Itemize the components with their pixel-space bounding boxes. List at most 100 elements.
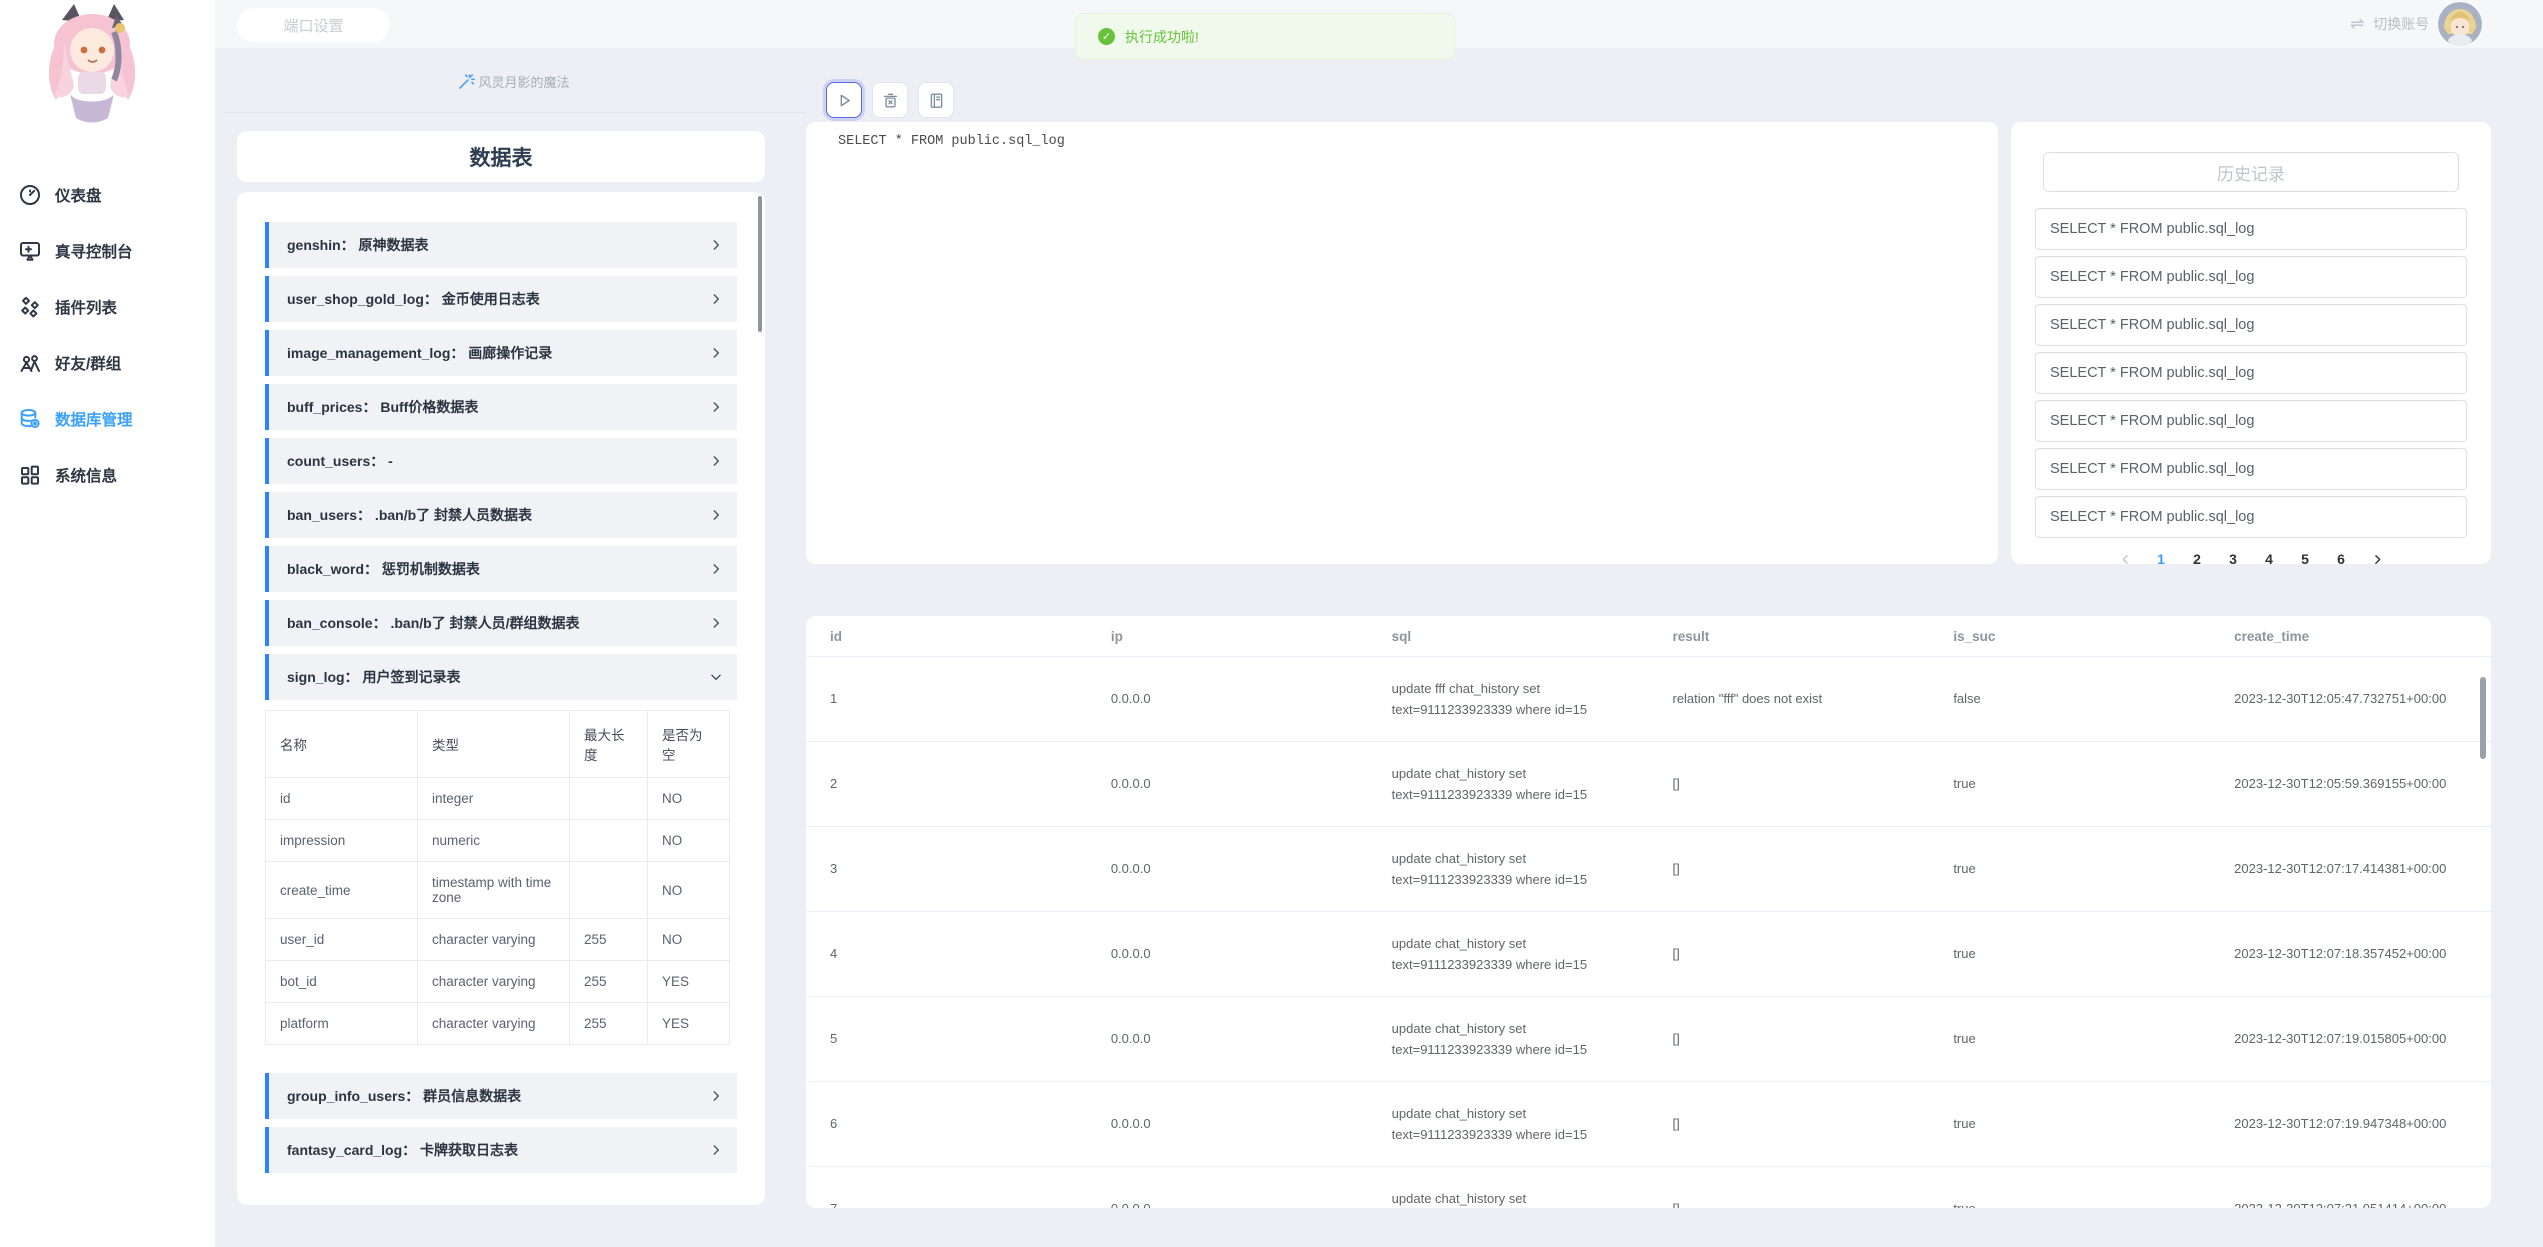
cell-sql: update chat_history set text=91112339233… xyxy=(1368,827,1649,912)
schema-cell-name: id xyxy=(266,778,418,820)
clear-sql-button[interactable] xyxy=(872,82,908,118)
port-settings-button[interactable]: 端口设置 xyxy=(237,8,390,42)
pagination-page-button[interactable]: 2 xyxy=(2179,551,2215,567)
cell-is-suc: true xyxy=(1929,742,2210,827)
sidebar-nav: 仪表盘 真寻控制台 插件列表 xyxy=(0,175,215,511)
user-avatar[interactable] xyxy=(2438,2,2482,46)
schema-row: impression numeric NO xyxy=(266,820,730,862)
sidebar-item-plugins[interactable]: 插件列表 xyxy=(0,287,215,327)
sql-editor-input[interactable]: SELECT * FROM public.sql_log xyxy=(806,122,1998,564)
switch-arrows-icon: ⇌ xyxy=(2350,14,2364,34)
cell-is-suc: true xyxy=(1929,912,2210,997)
results-scrollbar[interactable] xyxy=(2480,677,2486,759)
cell-create-time: 2023-12-30T12:07:19.015805+00:00 xyxy=(2210,997,2491,1082)
pagination-page-button[interactable]: 4 xyxy=(2251,551,2287,567)
results-col-result: result xyxy=(1648,616,1929,657)
schema-cell-maxlen: 255 xyxy=(570,919,648,961)
sidebar-item-label: 仪表盘 xyxy=(55,184,102,206)
sidebar-item-dashboard[interactable]: 仪表盘 xyxy=(0,175,215,215)
cell-create-time: 2023-12-30T12:05:59.369155+00:00 xyxy=(2210,742,2491,827)
table-list-item[interactable]: ban_console： .ban/b了 封禁人员/群组数据表 xyxy=(265,600,737,646)
history-item[interactable]: SELECT * FROM public.sql_log xyxy=(2035,256,2467,298)
cell-result: [] xyxy=(1648,997,1929,1082)
schema-cell-nullable: NO xyxy=(648,862,730,919)
pagination-page-button[interactable]: 5 xyxy=(2287,551,2323,567)
table-item-label: fantasy_card_log： 卡牌获取日志表 xyxy=(287,1140,709,1160)
history-item[interactable]: SELECT * FROM public.sql_log xyxy=(2035,448,2467,490)
sidebar-item-console[interactable]: 真寻控制台 xyxy=(0,231,215,271)
sidebar: 仪表盘 真寻控制台 插件列表 xyxy=(0,0,215,1247)
cell-create-time: 2023-12-30T12:05:47.732751+00:00 xyxy=(2210,657,2491,742)
history-item[interactable]: SELECT * FROM public.sql_log xyxy=(2035,208,2467,250)
schema-cell-maxlen xyxy=(570,778,648,820)
magic-caption-text: 风灵月影的魔法 xyxy=(478,72,569,91)
cell-is-suc: true xyxy=(1929,1167,2210,1209)
table-list-item[interactable]: image_management_log： 画廊操作记录 xyxy=(265,330,737,376)
plugins-icon xyxy=(18,295,42,319)
table-item-label: sign_log： 用户签到记录表 xyxy=(287,667,709,687)
play-icon xyxy=(835,91,854,110)
results-row: 7 0.0.0.0 update chat_history set text=9… xyxy=(806,1167,2491,1209)
history-item[interactable]: SELECT * FROM public.sql_log xyxy=(2035,304,2467,346)
results-row: 3 0.0.0.0 update chat_history set text=9… xyxy=(806,827,2491,912)
table-list-item[interactable]: count_users： - xyxy=(265,438,737,484)
app-page: 端口设置 ✓ 执行成功啦! ⇌ 切换账号 xyxy=(0,0,2543,1247)
schema-cell-nullable: YES xyxy=(648,961,730,1003)
trash-x-icon xyxy=(881,91,900,110)
schema-cell-maxlen: 255 xyxy=(570,961,648,1003)
sql-editor-card: SELECT * FROM public.sql_log xyxy=(806,122,1998,564)
cell-id: 6 xyxy=(806,1082,1087,1167)
results-row: 5 0.0.0.0 update chat_history set text=9… xyxy=(806,997,2491,1082)
cell-id: 5 xyxy=(806,997,1087,1082)
sidebar-item-friends-groups[interactable]: 好友/群组 xyxy=(0,343,215,383)
cell-result: [] xyxy=(1648,1167,1929,1209)
cell-ip: 0.0.0.0 xyxy=(1087,742,1368,827)
results-row: 6 0.0.0.0 update chat_history set text=9… xyxy=(806,1082,2491,1167)
tables-list-bottom: group_info_users： 群员信息数据表 fantasy_card_l… xyxy=(265,1073,737,1173)
pagination-page-button[interactable]: 6 xyxy=(2323,551,2359,567)
run-sql-button[interactable] xyxy=(826,82,862,118)
table-list-item[interactable]: black_word： 惩罚机制数据表 xyxy=(265,546,737,592)
sidebar-item-database[interactable]: 数据库管理 xyxy=(0,399,215,439)
copy-record-button[interactable] xyxy=(918,82,954,118)
cell-ip: 0.0.0.0 xyxy=(1087,657,1368,742)
history-panel: 历史记录 SELECT * FROM public.sql_log SELECT… xyxy=(2011,122,2491,564)
table-list-item[interactable]: genshin： 原神数据表 xyxy=(265,222,737,268)
pagination-page-button[interactable]: 1 xyxy=(2143,551,2179,567)
cell-ip: 0.0.0.0 xyxy=(1087,1082,1368,1167)
schema-cell-nullable: NO xyxy=(648,820,730,862)
schema-row: user_id character varying 255 NO xyxy=(266,919,730,961)
chevron-right-icon xyxy=(709,508,723,522)
cell-id: 4 xyxy=(806,912,1087,997)
friends-icon xyxy=(18,351,42,375)
pagination-page-button[interactable]: 3 xyxy=(2215,551,2251,567)
sidebar-item-system-info[interactable]: 系统信息 xyxy=(0,455,215,495)
console-icon xyxy=(18,239,42,263)
gauge-icon xyxy=(18,183,42,207)
cell-sql: update fff chat_history set text=9111233… xyxy=(1368,657,1649,742)
table-list-item[interactable]: buff_prices： Buff价格数据表 xyxy=(265,384,737,430)
table-item-label: ban_console： .ban/b了 封禁人员/群组数据表 xyxy=(287,613,709,633)
pagination-prev-icon[interactable] xyxy=(2107,553,2143,566)
history-item[interactable]: SELECT * FROM public.sql_log xyxy=(2035,496,2467,538)
table-list-item[interactable]: ban_users： .ban/b了 封禁人员数据表 xyxy=(265,492,737,538)
table-list-item-expanded[interactable]: sign_log： 用户签到记录表 xyxy=(265,654,737,700)
results-col-sql: sql xyxy=(1368,616,1649,657)
switch-account-button[interactable]: ⇌ 切换账号 xyxy=(2350,0,2482,48)
chevron-right-icon xyxy=(709,346,723,360)
system-grid-icon xyxy=(18,463,42,487)
history-item[interactable]: SELECT * FROM public.sql_log xyxy=(2035,400,2467,442)
results-row: 2 0.0.0.0 update chat_history set text=9… xyxy=(806,742,2491,827)
history-item[interactable]: SELECT * FROM public.sql_log xyxy=(2035,352,2467,394)
schema-cell-name: create_time xyxy=(266,862,418,919)
pagination-next-icon[interactable] xyxy=(2359,553,2395,566)
table-list-item[interactable]: user_shop_gold_log： 金币使用日志表 xyxy=(265,276,737,322)
cell-result: relation "fff" does not exist xyxy=(1648,657,1929,742)
chevron-right-icon xyxy=(709,1089,723,1103)
table-list-item[interactable]: group_info_users： 群员信息数据表 xyxy=(265,1073,737,1119)
results-header-row: id ip sql result is_suc create_time xyxy=(806,616,2491,657)
table-item-label: group_info_users： 群员信息数据表 xyxy=(287,1086,709,1106)
table-schema: 名称 类型 最大长度 是否为空 id integer NO xyxy=(265,710,730,1045)
table-list-item[interactable]: fantasy_card_log： 卡牌获取日志表 xyxy=(265,1127,737,1173)
tables-panel-scrollbar[interactable] xyxy=(758,196,762,332)
